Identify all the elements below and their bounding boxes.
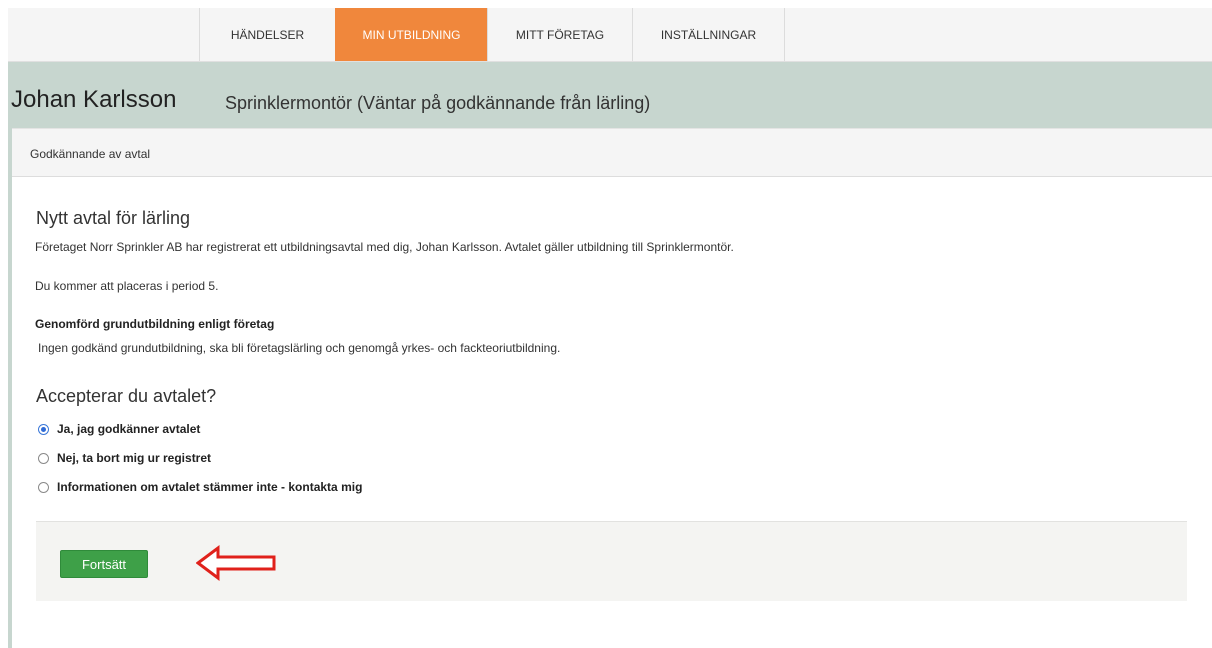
nav-tabs: HÄNDELSER MIN UTBILDNING MITT FÖRETAG IN… bbox=[199, 8, 785, 61]
left-arrow-icon bbox=[196, 545, 276, 581]
radio-button-checked[interactable] bbox=[38, 423, 49, 435]
page-header: Johan Karlsson Sprinklermontör (Väntar p… bbox=[8, 62, 1212, 128]
panel-title: Godkännande av avtal bbox=[30, 147, 151, 161]
basic-training-value: Ingen godkänd grundutbildning, ska bli f… bbox=[38, 341, 561, 355]
radio-label[interactable]: Informationen om avtalet stämmer inte - … bbox=[57, 480, 362, 494]
tab-min-utbildning[interactable]: MIN UTBILDNING bbox=[335, 8, 487, 61]
section-heading: Nytt avtal för lärling bbox=[36, 208, 191, 228]
radio-label[interactable]: Ja, jag godkänner avtalet bbox=[57, 422, 200, 436]
radio-remove[interactable]: Nej, ta bort mig ur registret bbox=[38, 451, 211, 465]
radio-accept[interactable]: Ja, jag godkänner avtalet bbox=[38, 422, 200, 436]
user-role-status: Sprinklermontör (Väntar på godkännande f… bbox=[225, 93, 651, 113]
tab-mitt-foretag[interactable]: MITT FÖRETAG bbox=[487, 8, 632, 61]
period-text: Du kommer att placeras i period 5. bbox=[35, 279, 219, 293]
radio-contact[interactable]: Informationen om avtalet stämmer inte - … bbox=[38, 480, 362, 494]
continue-button[interactable]: Fortsätt bbox=[60, 550, 148, 578]
agreement-panel: Godkännande av avtal Nytt avtal för lärl… bbox=[8, 128, 1212, 648]
panel-header: Godkännande av avtal bbox=[12, 128, 1212, 177]
panel-body: Godkännande av avtal Nytt avtal för lärl… bbox=[12, 128, 1212, 648]
radio-button[interactable] bbox=[38, 452, 49, 464]
user-name: Johan Karlsson bbox=[11, 86, 177, 113]
radio-label[interactable]: Nej, ta bort mig ur registret bbox=[57, 451, 211, 465]
tab-installningar[interactable]: INSTÄLLNINGAR bbox=[632, 8, 785, 61]
accept-question: Accepterar du avtalet? bbox=[36, 386, 217, 406]
radio-button[interactable] bbox=[38, 481, 49, 493]
tab-handelser[interactable]: HÄNDELSER bbox=[199, 8, 335, 61]
agreement-intro-text: Företaget Norr Sprinkler AB har registre… bbox=[35, 240, 734, 254]
top-navigation: HÄNDELSER MIN UTBILDNING MITT FÖRETAG IN… bbox=[8, 8, 1212, 62]
basic-training-label: Genomförd grundutbildning enligt företag bbox=[35, 317, 275, 331]
action-bar: Fortsätt bbox=[36, 521, 1187, 601]
